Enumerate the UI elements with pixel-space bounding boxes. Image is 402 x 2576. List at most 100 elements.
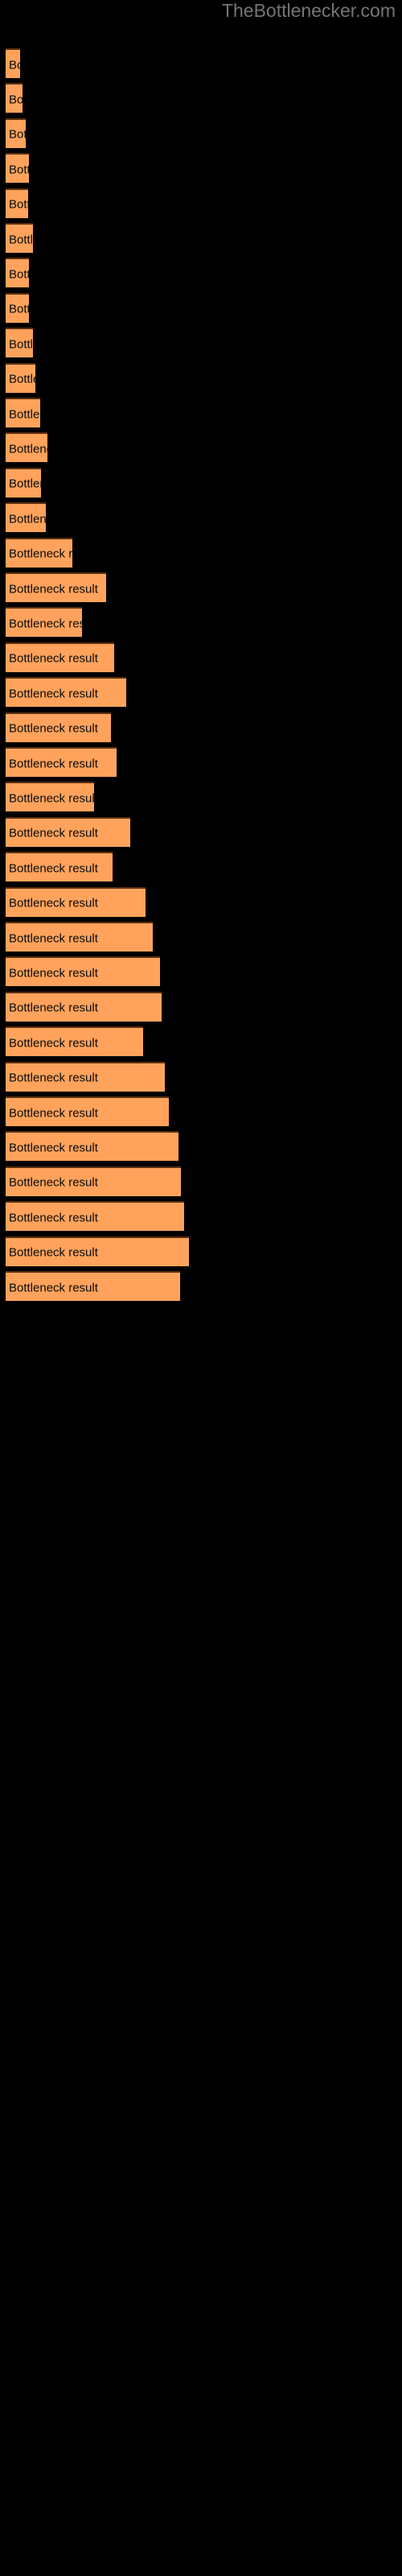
- bar-label: Bottleneck result: [9, 651, 98, 666]
- bar-row: Bottleneck result: [0, 258, 402, 288]
- bar-row: Bottleneck result: [0, 1236, 402, 1266]
- bar-label: Bottleneck result: [9, 1281, 98, 1294]
- bar-label: Bottleneck result: [9, 127, 26, 142]
- bar[interactable]: Bottleneck result: [6, 956, 160, 987]
- bar[interactable]: Bottleneck result: [6, 572, 106, 602]
- bar-label: Bottleneck result: [9, 966, 98, 980]
- bar-row: Bottleneck result: [0, 467, 402, 497]
- bar-label: Bottleneck result: [9, 1245, 98, 1260]
- bar-row: Bottleneck result: [0, 1131, 402, 1162]
- bar[interactable]: Bottleneck result: [6, 188, 28, 218]
- bar-label: Bottleneck result: [9, 93, 23, 107]
- bar-label: Bottleneck result: [9, 233, 33, 246]
- bar-row: Bottleneck result: [0, 502, 402, 533]
- bar-row: Bottleneck result: [0, 537, 402, 568]
- bar-label: Bottleneck result: [9, 337, 33, 352]
- bar[interactable]: Bottleneck result: [6, 467, 41, 497]
- bar[interactable]: Bottleneck result: [6, 1201, 184, 1232]
- bar-row: Bottleneck result: [0, 1166, 402, 1196]
- bar[interactable]: Bottleneck result: [6, 852, 113, 882]
- bar[interactable]: Bottleneck result: [6, 1096, 169, 1126]
- bottleneck-chart: TheBottlenecker.com Bottleneck resultBot…: [0, 0, 402, 2576]
- bar-row: Bottleneck result: [0, 153, 402, 184]
- bar-row: Bottleneck result: [0, 188, 402, 218]
- bar[interactable]: Bottleneck result: [6, 1271, 180, 1301]
- bar-row: Bottleneck result: [0, 922, 402, 952]
- bar[interactable]: Bottleneck result: [6, 292, 29, 323]
- bar[interactable]: Bottleneck result: [6, 362, 35, 393]
- bar-label: Bottleneck result: [9, 896, 98, 910]
- bar-row: Bottleneck result: [0, 852, 402, 882]
- bar-row: Bottleneck result: [0, 712, 402, 742]
- bar[interactable]: Bottleneck result: [6, 677, 126, 708]
- bar[interactable]: Bottleneck result: [6, 1131, 178, 1162]
- bar[interactable]: Bottleneck result: [6, 991, 162, 1022]
- bar-row: Bottleneck result: [0, 747, 402, 777]
- bar-label: Bottleneck result: [9, 1001, 98, 1015]
- bar[interactable]: Bottleneck result: [6, 1236, 189, 1266]
- bar-label: Bottleneck result: [9, 58, 20, 72]
- bar[interactable]: Bottleneck result: [6, 258, 29, 288]
- bar-row: Bottleneck result: [0, 362, 402, 393]
- bar-row: Bottleneck result: [0, 223, 402, 253]
- bar-label: Bottleneck result: [9, 512, 46, 526]
- bar[interactable]: Bottleneck result: [6, 816, 130, 847]
- bar-row: Bottleneck result: [0, 956, 402, 987]
- bar-label: Bottleneck result: [9, 1175, 98, 1190]
- bar-label: Bottleneck result: [9, 547, 72, 561]
- bar-label: Bottleneck result: [9, 407, 40, 421]
- bar[interactable]: Bottleneck result: [6, 922, 153, 952]
- bar-label: Bottleneck result: [9, 372, 35, 386]
- bar[interactable]: Bottleneck result: [6, 48, 20, 78]
- bar[interactable]: Bottleneck result: [6, 223, 33, 253]
- bar-label: Bottleneck result: [9, 721, 98, 736]
- bar-row: Bottleneck result: [0, 83, 402, 114]
- bar-row: Bottleneck result: [0, 328, 402, 358]
- bar[interactable]: Bottleneck result: [6, 83, 23, 114]
- bar-label: Bottleneck result: [9, 302, 29, 316]
- bar-label: Bottleneck result: [9, 687, 98, 701]
- bar-label: Bottleneck result: [9, 861, 98, 876]
- bar[interactable]: Bottleneck result: [6, 1026, 143, 1057]
- bar-row: Bottleneck result: [0, 118, 402, 148]
- bar-row: Bottleneck result: [0, 886, 402, 917]
- bar-row: Bottleneck result: [0, 48, 402, 78]
- bar-series: Bottleneck result Bottleneck result Bottle…: [0, 0, 402, 2576]
- bar-label: Bottleneck result: [9, 1036, 98, 1051]
- bar-row: Bottleneck result: [0, 816, 402, 847]
- bar[interactable]: Bottleneck result: [6, 1061, 165, 1092]
- bar[interactable]: Bottleneck result: [6, 642, 114, 672]
- bar-row: Bottleneck result: [0, 677, 402, 708]
- bar-label: Bottleneck result: [9, 791, 94, 806]
- bar[interactable]: Bottleneck result: [6, 712, 111, 742]
- bar-label: Bottleneck result: [9, 1071, 98, 1085]
- bar-label: Bottleneck result: [9, 826, 98, 840]
- bar-row: Bottleneck result: [0, 1096, 402, 1126]
- bar[interactable]: Bottleneck result: [6, 118, 26, 148]
- bar[interactable]: Bottleneck result: [6, 537, 72, 568]
- bar[interactable]: Bottleneck result: [6, 328, 33, 358]
- bar-label: Bottleneck result: [9, 1211, 98, 1225]
- bar-label: Bottleneck result: [9, 197, 28, 212]
- bar[interactable]: Bottleneck result: [6, 607, 82, 638]
- bar[interactable]: Bottleneck result: [6, 747, 117, 777]
- bar[interactable]: Bottleneck result: [6, 782, 94, 812]
- bar-row: Bottleneck result: [0, 398, 402, 427]
- bar-row: Bottleneck result: [0, 1271, 402, 1301]
- bar[interactable]: Bottleneck result: [6, 502, 46, 533]
- bar[interactable]: Bottleneck result: [6, 432, 47, 463]
- bar-row: Bottleneck result: [0, 607, 402, 638]
- bar-row: Bottleneck result: [0, 1061, 402, 1092]
- bar-label: Bottleneck result: [9, 1106, 98, 1120]
- bar[interactable]: Bottleneck result: [6, 1166, 181, 1196]
- bar-label: Bottleneck result: [9, 931, 98, 945]
- bar-label: Bottleneck result: [9, 582, 98, 596]
- bar-label: Bottleneck result: [9, 477, 41, 491]
- bar[interactable]: Bottleneck result: [6, 153, 29, 184]
- bar-label: Bottleneck result: [9, 163, 29, 177]
- bar[interactable]: Bottleneck result: [6, 886, 146, 917]
- bar-label: Bottleneck result: [9, 267, 29, 282]
- bar[interactable]: Bottleneck result: [6, 398, 40, 427]
- bar-row: Bottleneck result: [0, 782, 402, 812]
- bar-row: Bottleneck result: [0, 1201, 402, 1232]
